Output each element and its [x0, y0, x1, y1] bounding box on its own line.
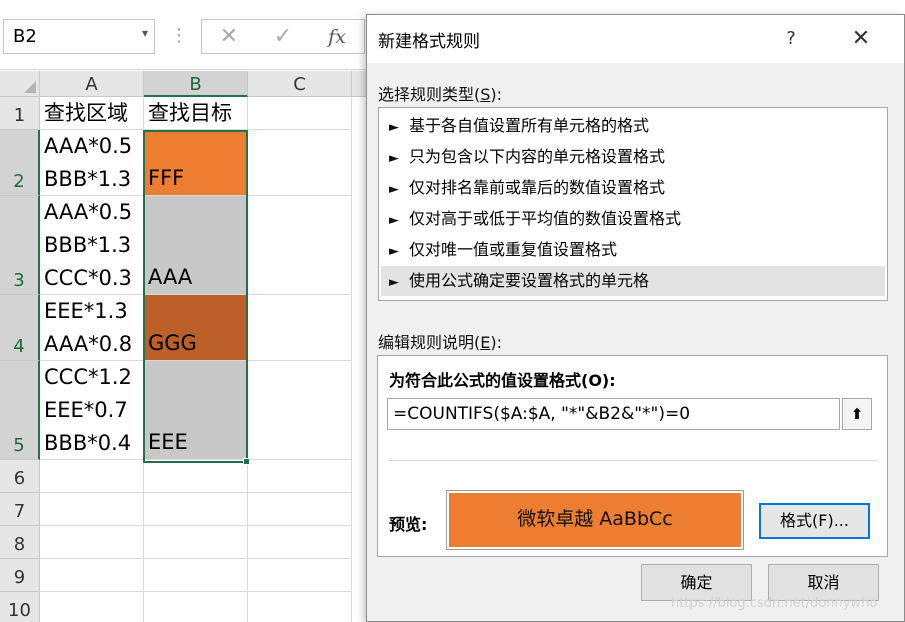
- cell-a7[interactable]: [40, 493, 144, 526]
- dialog-title-bar[interactable]: 新建格式规则 ? ✕: [367, 15, 904, 63]
- row-header-6[interactable]: 6: [0, 460, 40, 493]
- cell-b8[interactable]: [144, 526, 248, 559]
- format-button[interactable]: 格式(F)...: [759, 503, 870, 539]
- close-icon[interactable]: ✕: [839, 23, 883, 55]
- row-header-9[interactable]: 9: [0, 559, 40, 592]
- cell-c5[interactable]: [248, 361, 352, 460]
- collapse-dialog-icon[interactable]: ⬆: [842, 398, 872, 430]
- select-all-corner[interactable]: [0, 71, 40, 97]
- cell-b3[interactable]: AAA: [144, 196, 248, 295]
- cell-a3[interactable]: AAA*0.5 BBB*1.3 CCC*0.3: [40, 196, 144, 295]
- cell-line: BBB*0.4: [44, 431, 132, 455]
- cell-a5[interactable]: CCC*1.2 EEE*0.7 BBB*0.4: [40, 361, 144, 460]
- cell-c9[interactable]: [248, 559, 352, 592]
- row-header-2[interactable]: 2: [0, 130, 40, 196]
- cell-c1[interactable]: [248, 97, 352, 130]
- name-box-value: B2: [13, 26, 37, 47]
- new-formatting-rule-dialog: 新建格式规则 ? ✕ 选择规则类型(S): ► 基于各自值设置所有单元格的格式 ►…: [366, 14, 905, 622]
- cell-a1[interactable]: 查找区域: [40, 97, 144, 130]
- rule-type-item[interactable]: ► 仅对唯一值或重复值设置格式: [381, 235, 885, 265]
- cell-line: BBB*1.3: [44, 233, 132, 257]
- cell-c3[interactable]: [248, 196, 352, 295]
- rule-type-item-selected[interactable]: ► 使用公式确定要设置格式的单元格: [381, 266, 885, 296]
- column-header-c[interactable]: C: [248, 71, 352, 97]
- cell-b9[interactable]: [144, 559, 248, 592]
- preview-label: 预览:: [389, 515, 428, 534]
- rule-type-item[interactable]: ► 仅对排名靠前或靠后的数值设置格式: [381, 173, 885, 203]
- cell-line: EEE*0.7: [44, 398, 128, 422]
- chevron-down-icon[interactable]: ▾: [142, 26, 148, 40]
- watermark: https://blog.csdn.net/donnywho: [671, 596, 878, 611]
- cell-c7[interactable]: [248, 493, 352, 526]
- fill-handle[interactable]: [243, 458, 250, 465]
- row-header-4[interactable]: 4: [0, 295, 40, 361]
- cell-line: EEE*1.3: [44, 299, 128, 323]
- preview-box: 微软卓越 AaBbCc: [446, 490, 744, 550]
- row-header-8[interactable]: 8: [0, 526, 40, 559]
- rule-type-item[interactable]: ► 基于各自值设置所有单元格的格式: [381, 111, 885, 141]
- triangle-right-icon: ►: [389, 213, 399, 228]
- help-icon[interactable]: ?: [771, 23, 811, 55]
- edit-description-label: 编辑规则说明(E):: [378, 333, 502, 352]
- row-header-7[interactable]: 7: [0, 493, 40, 526]
- cell-b2[interactable]: FFF: [144, 130, 248, 196]
- cell-value: GGG: [148, 331, 197, 355]
- triangle-right-icon: ►: [389, 120, 399, 135]
- row-header-3[interactable]: 3: [0, 196, 40, 295]
- cell-b5[interactable]: EEE: [144, 361, 248, 460]
- cell-b1[interactable]: 查找目标: [144, 97, 248, 130]
- cell-line: AAA*0.5: [44, 200, 133, 224]
- cell-line: CCC*0.3: [44, 266, 132, 290]
- triangle-right-icon: ►: [389, 244, 399, 259]
- triangle-right-icon: ►: [389, 275, 399, 290]
- cell-a4[interactable]: EEE*1.3 AAA*0.8: [40, 295, 144, 361]
- dialog-title: 新建格式规则: [378, 32, 480, 52]
- triangle-right-icon: ►: [389, 182, 399, 197]
- cell-value: EEE: [148, 430, 188, 454]
- divider: [388, 460, 878, 461]
- more-options-icon[interactable]: ⋮: [170, 24, 188, 48]
- cell-line: AAA*0.8: [44, 332, 133, 356]
- worksheet-grid: A B C 1 2 3 4 5 6 7 8 9 10 查找区域 查找目标 AAA…: [0, 71, 370, 622]
- cell-a6[interactable]: [40, 460, 144, 493]
- cell-line: AAA*0.5: [44, 134, 133, 158]
- cell-a10[interactable]: [40, 592, 144, 622]
- cell-b4[interactable]: GGG: [144, 295, 248, 361]
- cell-c10[interactable]: [248, 592, 352, 622]
- cell-line: CCC*1.2: [44, 365, 132, 389]
- cell-value: FFF: [148, 166, 185, 190]
- column-header-a[interactable]: A: [40, 71, 144, 97]
- row-header-1[interactable]: 1: [0, 97, 40, 130]
- row-header-10[interactable]: 10: [0, 592, 40, 622]
- cell-a2[interactable]: AAA*0.5 BBB*1.3: [40, 130, 144, 196]
- cell-line: BBB*1.3: [44, 167, 132, 191]
- cell-b6[interactable]: [144, 460, 248, 493]
- rule-type-item[interactable]: ► 仅对高于或低于平均值的数值设置格式: [381, 204, 885, 234]
- formula-input[interactable]: =COUNTIFS($A:$A, "*"&B2&"*")=0: [387, 398, 840, 430]
- cell-a9[interactable]: [40, 559, 144, 592]
- triangle-right-icon: ►: [389, 151, 399, 166]
- select-all-triangle-icon: [24, 81, 36, 93]
- cancel-icon[interactable]: ✕: [209, 22, 249, 52]
- check-icon[interactable]: ✓: [263, 22, 303, 52]
- column-header-b[interactable]: B: [144, 71, 248, 97]
- rule-type-list[interactable]: ► 基于各自值设置所有单元格的格式 ► 只为包含以下内容的单元格设置格式 ► 仅对排名…: [378, 107, 888, 301]
- rule-type-label: 选择规则类型(S):: [378, 85, 503, 104]
- name-box[interactable]: B2 ▾: [3, 19, 155, 54]
- cell-value: AAA: [148, 265, 193, 289]
- cell-b7[interactable]: [144, 493, 248, 526]
- edit-description-panel: 为符合此公式的值设置格式(O): =COUNTIFS($A:$A, "*"&B2…: [377, 355, 888, 557]
- cell-b10[interactable]: [144, 592, 248, 622]
- insert-function-icon[interactable]: fx: [317, 22, 357, 52]
- cell-c8[interactable]: [248, 526, 352, 559]
- cell-c6[interactable]: [248, 460, 352, 493]
- formula-heading: 为符合此公式的值设置格式(O):: [389, 371, 616, 390]
- cell-c4[interactable]: [248, 295, 352, 361]
- row-header-5[interactable]: 5: [0, 361, 40, 460]
- cell-c2[interactable]: [248, 130, 352, 196]
- preview-sample: 微软卓越 AaBbCc: [449, 493, 741, 547]
- formula-buttons: ✕ ✓ fx: [201, 19, 365, 54]
- rule-type-item[interactable]: ► 只为包含以下内容的单元格设置格式: [381, 142, 885, 172]
- cell-a8[interactable]: [40, 526, 144, 559]
